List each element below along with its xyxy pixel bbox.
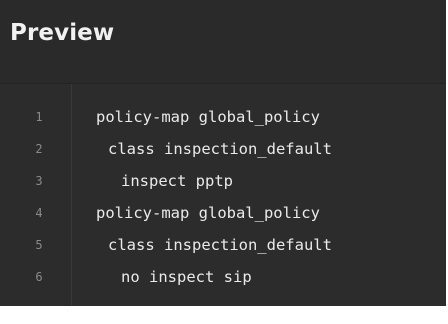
line-number: 4 <box>35 206 43 220</box>
line-number: 5 <box>35 238 43 252</box>
code-text: no inspect sip <box>121 268 252 286</box>
line-number: 2 <box>35 142 43 156</box>
code-line: 4 policy-map global_policy <box>0 197 446 229</box>
code-preview: 1 policy-map global_policy 2 class inspe… <box>0 84 446 306</box>
line-number: 6 <box>35 270 43 284</box>
code-text: inspect pptp <box>121 172 233 190</box>
code-line: 2 class inspection_default <box>0 133 446 165</box>
code-line: 1 policy-map global_policy <box>0 101 446 133</box>
preview-title: Preview <box>10 20 115 46</box>
preview-header: Preview <box>0 0 446 84</box>
code-line: 5 class inspection_default <box>0 229 446 261</box>
code-line: 3 inspect pptp <box>0 165 446 197</box>
code-text: policy-map global_policy <box>96 204 320 222</box>
code-text: class inspection_default <box>108 140 332 158</box>
code-text: policy-map global_policy <box>96 108 320 126</box>
code-text: class inspection_default <box>108 236 332 254</box>
line-number: 3 <box>35 174 43 188</box>
code-lines: 1 policy-map global_policy 2 class inspe… <box>0 101 446 293</box>
preview-panel: Preview 1 policy-map global_policy 2 cla… <box>0 0 446 306</box>
code-line: 6 no inspect sip <box>0 261 446 293</box>
line-number: 1 <box>35 110 43 124</box>
